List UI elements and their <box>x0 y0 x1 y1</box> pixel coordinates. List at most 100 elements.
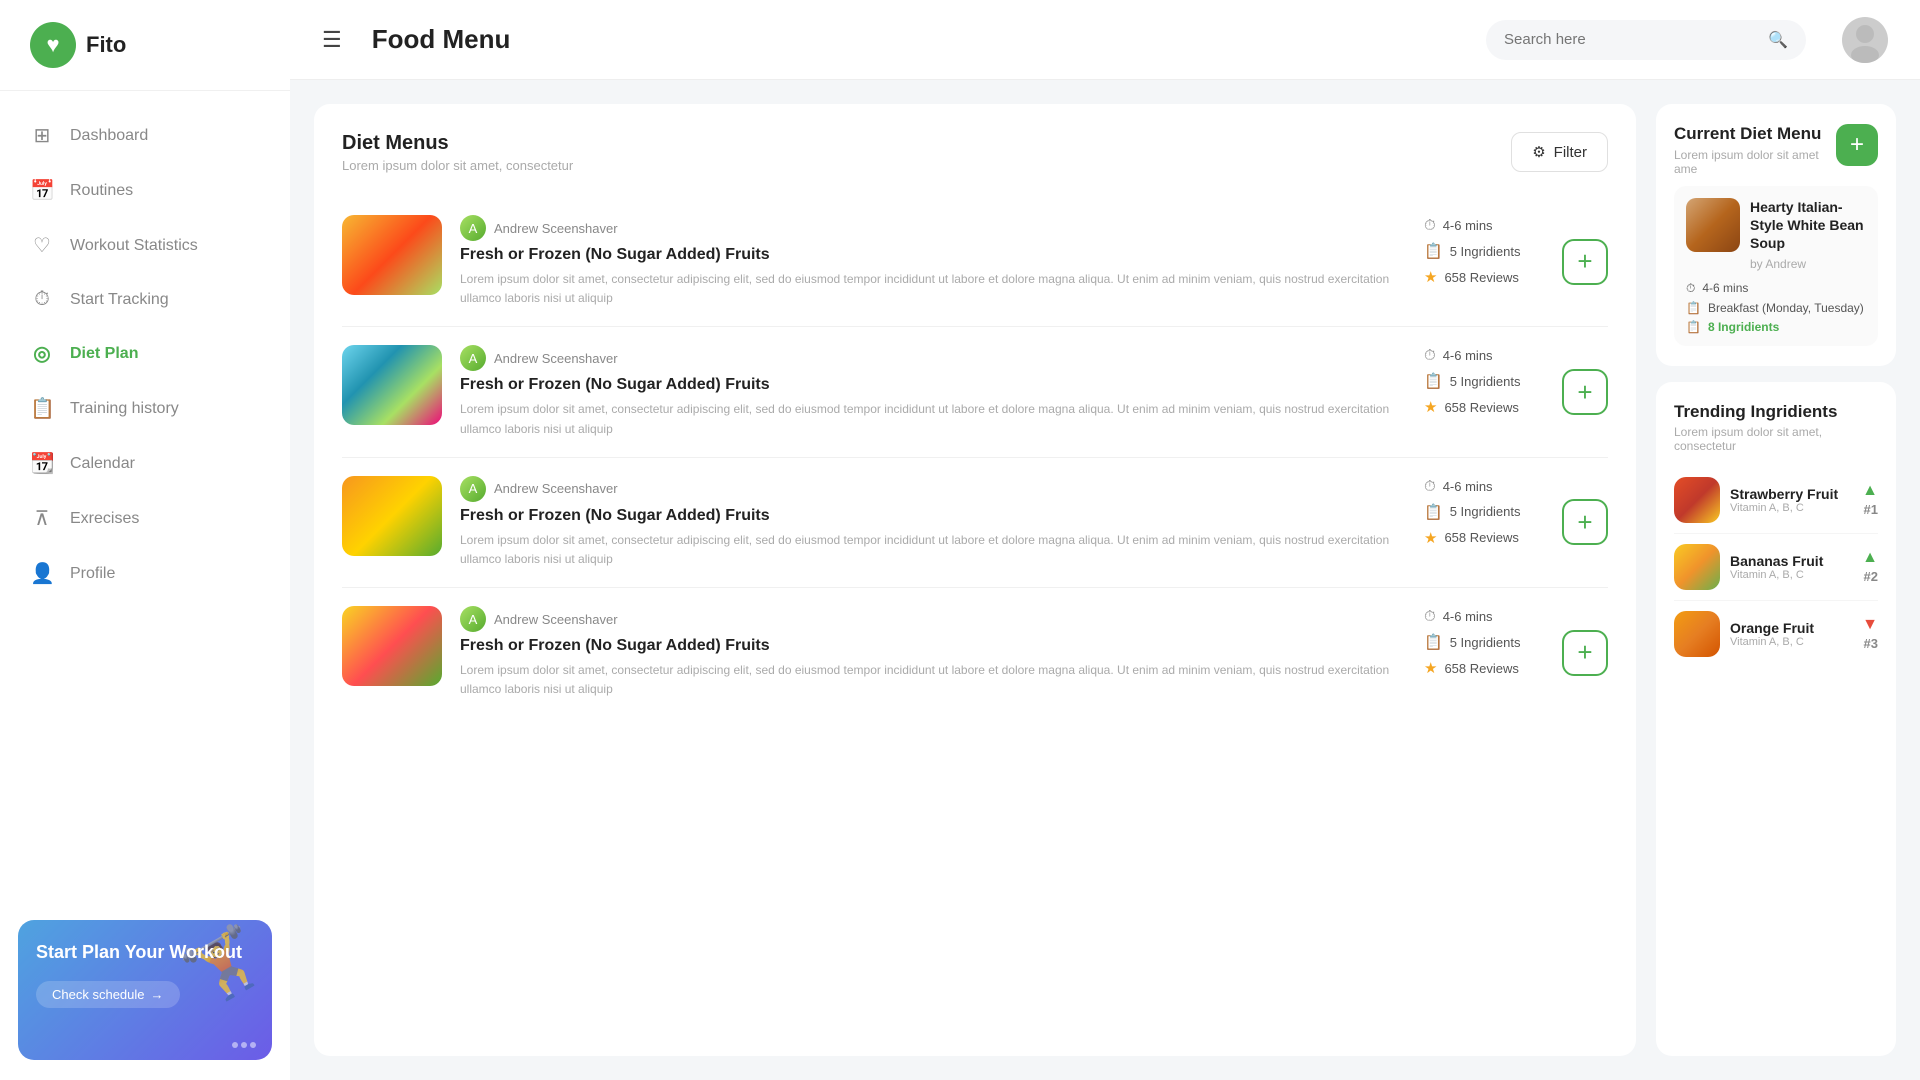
trending-info-1: Strawberry Fruit Vitamin A, B, C <box>1730 486 1852 514</box>
sidebar-item-label: Start Tracking <box>70 291 169 309</box>
diet-item-name: Hearty Italian- Style White Bean Soup <box>1750 198 1866 253</box>
diet-time-text-4: 4-6 mins <box>1443 609 1493 624</box>
diet-card-2: A Andrew Sceenshaver Fresh or Frozen (No… <box>342 327 1608 457</box>
search-icon: 🔍 <box>1768 30 1788 50</box>
author-name-3: Andrew Sceenshaver <box>494 481 618 496</box>
sidebar-item-label: Routines <box>70 182 133 200</box>
sidebar-item-label: Workout Statistics <box>70 237 198 255</box>
right-panel: Current Diet Menu Lorem ipsum dolor sit … <box>1656 104 1896 1056</box>
diet-card-meta-2: ⏱ 4-6 mins 📋 5 Ingridients ★ 658 Reviews <box>1424 345 1544 416</box>
promo-dots <box>232 1042 256 1048</box>
promo-link[interactable]: Check schedule → <box>36 981 180 1008</box>
add-diet-button[interactable]: + <box>1836 124 1878 166</box>
filter-label: Filter <box>1554 144 1587 161</box>
diet-card-title-2: Fresh or Frozen (No Sugar Added) Fruits <box>460 376 1406 394</box>
current-diet-title: Current Diet Menu <box>1674 124 1821 144</box>
trending-rank-1: ▲ #1 <box>1862 482 1878 517</box>
diet-card-meta-3: ⏱ 4-6 mins 📋 5 Ingridients ★ 658 Reviews <box>1424 476 1544 547</box>
diet-ingredients-text-1: 5 Ingridients <box>1450 244 1521 259</box>
sidebar-promo: 🏋 Start Plan Your Workout Check schedule… <box>18 920 272 1060</box>
diet-card-meta-1: ⏱ 4-6 mins 📋 5 Ingridients ★ 658 Reviews <box>1424 215 1544 286</box>
diet-ingredients-1: 📋 5 Ingridients <box>1424 242 1544 260</box>
sidebar-item-profile[interactable]: 👤 Profile <box>0 547 290 600</box>
diet-item-image <box>1686 198 1740 252</box>
author-avatar-3: A <box>460 476 486 502</box>
diet-card-title-1: Fresh or Frozen (No Sugar Added) Fruits <box>460 246 1406 264</box>
diet-card-body-2: A Andrew Sceenshaver Fresh or Frozen (No… <box>460 345 1406 438</box>
trending-img-1 <box>1674 477 1720 523</box>
filter-icon: ⚙ <box>1532 143 1545 161</box>
trending-rank-2: ▲ #2 <box>1862 549 1878 584</box>
ingredients-icon: 📋 <box>1424 503 1443 521</box>
trend-rank-text-1: #1 <box>1864 502 1878 517</box>
ingredients-icon: 📋 <box>1424 242 1443 260</box>
trending-name-2: Bananas Fruit <box>1730 553 1852 569</box>
diet-item-top: Hearty Italian- Style White Bean Soup by… <box>1686 198 1866 271</box>
diet-ingredients-4: 📋 5 Ingridients <box>1424 633 1544 651</box>
diet-card-body-4: A Andrew Sceenshaver Fresh or Frozen (No… <box>460 606 1406 699</box>
trending-item-2: Bananas Fruit Vitamin A, B, C ▲ #2 <box>1674 534 1878 601</box>
meal-icon: 📋 <box>1686 301 1701 315</box>
promo-arrow-icon: → <box>151 987 164 1002</box>
main-feed: Diet Menus Lorem ipsum dolor sit amet, c… <box>314 104 1636 1056</box>
trending-img-2 <box>1674 544 1720 590</box>
diet-card-title-3: Fresh or Frozen (No Sugar Added) Fruits <box>460 507 1406 525</box>
diet-author-4: A Andrew Sceenshaver <box>460 606 1406 632</box>
trend-rank-text-3: #3 <box>1864 636 1878 651</box>
current-diet-header: Current Diet Menu Lorem ipsum dolor sit … <box>1674 124 1878 176</box>
author-name-2: Andrew Sceenshaver <box>494 351 618 366</box>
add-diet-card-button-3[interactable]: + <box>1562 499 1608 545</box>
avatar[interactable] <box>1842 17 1888 63</box>
diet-card-image-3 <box>342 476 442 556</box>
nav-icon-diet-plan: ◎ <box>30 341 54 366</box>
diet-ingredients-text-3: 5 Ingridients <box>1450 504 1521 519</box>
sidebar-item-diet-plan[interactable]: ◎ Diet Plan <box>0 327 290 380</box>
clock-icon: ⏱ <box>1424 478 1436 495</box>
sidebar: ♥ Fito ⊞ Dashboard 📅 Routines ♡ Workout … <box>0 0 290 1080</box>
diet-card-desc-1: Lorem ipsum dolor sit amet, consectetur … <box>460 270 1406 308</box>
sidebar-item-training-history[interactable]: 📋 Training history <box>0 382 290 435</box>
diet-time-2: ⏱ 4-6 mins <box>1424 347 1544 364</box>
nav-icon-workout-statistics: ♡ <box>30 233 54 258</box>
search-input[interactable] <box>1504 31 1758 48</box>
add-diet-card-button-1[interactable]: + <box>1562 239 1608 285</box>
filter-button[interactable]: ⚙ Filter <box>1511 132 1608 172</box>
diet-item-author: by Andrew <box>1750 257 1866 271</box>
clock-icon: ⏱ <box>1424 608 1436 625</box>
diet-time-4: ⏱ 4-6 mins <box>1424 608 1544 625</box>
feed-subtitle: Lorem ipsum dolor sit amet, consectetur <box>342 158 573 173</box>
sidebar-item-calendar[interactable]: 📆 Calendar <box>0 437 290 490</box>
trending-vitamins-1: Vitamin A, B, C <box>1730 502 1852 514</box>
header: ☰ Food Menu 🔍 <box>290 0 1920 80</box>
add-diet-card-button-4[interactable]: + <box>1562 630 1608 676</box>
nav-icon-start-tracking: ⏱ <box>30 288 54 311</box>
diet-item-time: ⏱ 4-6 mins <box>1686 281 1866 296</box>
trending-info-2: Bananas Fruit Vitamin A, B, C <box>1730 553 1852 581</box>
clock-icon: ⏱ <box>1686 281 1695 296</box>
trending-name-3: Orange Fruit <box>1730 620 1852 636</box>
diet-card-1: A Andrew Sceenshaver Fresh or Frozen (No… <box>342 197 1608 327</box>
diet-time-3: ⏱ 4-6 mins <box>1424 478 1544 495</box>
logo-area: ♥ Fito <box>0 0 290 91</box>
star-icon: ★ <box>1424 659 1437 677</box>
sidebar-item-exercises[interactable]: ⊼ Exrecises <box>0 492 290 545</box>
author-avatar-2: A <box>460 345 486 371</box>
add-diet-card-button-2[interactable]: + <box>1562 369 1608 415</box>
trend-arrow-2: ▲ <box>1862 549 1878 567</box>
hamburger-icon[interactable]: ☰ <box>322 27 342 53</box>
star-icon: ★ <box>1424 398 1437 416</box>
page-title: Food Menu <box>372 24 1466 55</box>
diet-card-desc-4: Lorem ipsum dolor sit amet, consectetur … <box>460 661 1406 699</box>
sidebar-item-routines[interactable]: 📅 Routines <box>0 164 290 217</box>
diet-reviews-3: ★ 658 Reviews <box>1424 529 1544 547</box>
sidebar-item-workout-statistics[interactable]: ♡ Workout Statistics <box>0 219 290 272</box>
sidebar-item-start-tracking[interactable]: ⏱ Start Tracking <box>0 274 290 325</box>
nav-icon-dashboard: ⊞ <box>30 123 54 148</box>
ingredients-icon: 📋 <box>1424 372 1443 390</box>
content-area: Diet Menus Lorem ipsum dolor sit amet, c… <box>290 80 1920 1080</box>
sidebar-item-label: Exrecises <box>70 510 139 528</box>
trending-rank-3: ▼ #3 <box>1862 616 1878 651</box>
star-icon: ★ <box>1424 529 1437 547</box>
diet-ingredients-2: 📋 5 Ingridients <box>1424 372 1544 390</box>
sidebar-item-dashboard[interactable]: ⊞ Dashboard <box>0 109 290 162</box>
